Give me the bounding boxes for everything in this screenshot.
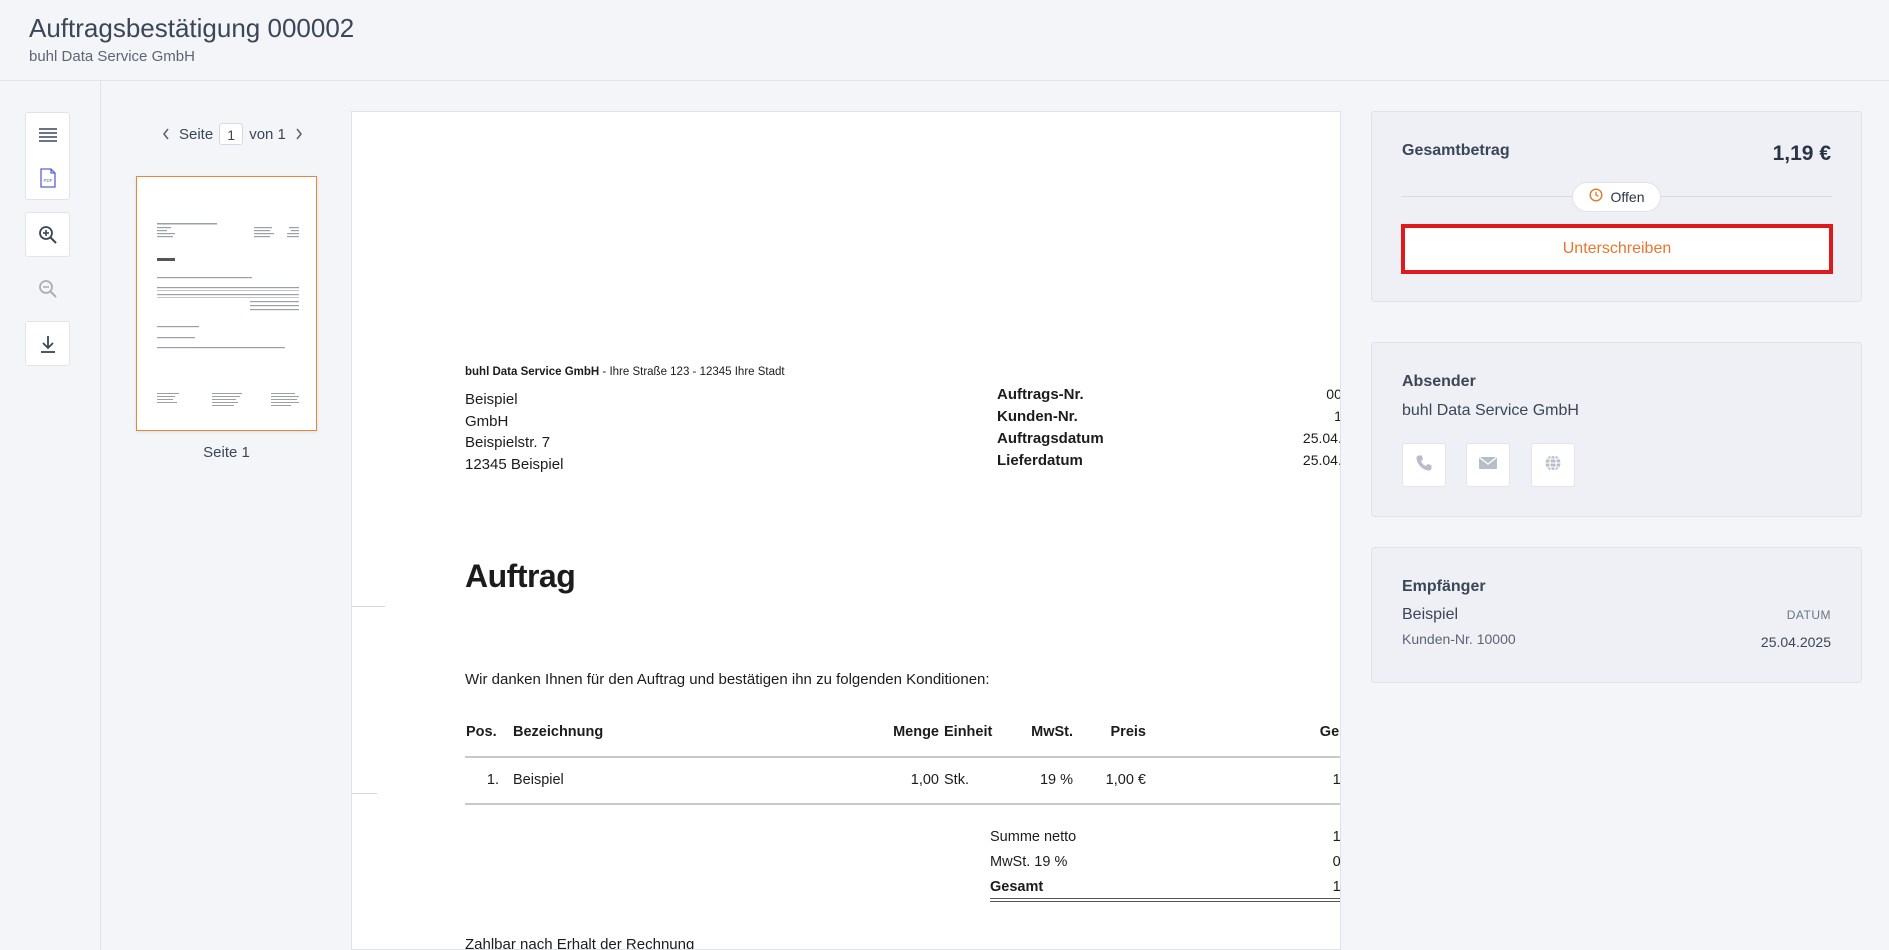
grand-total-value: 1,19 € (1332, 879, 1341, 895)
zoom-out-button[interactable] (26, 267, 69, 310)
previous-page-button[interactable] (157, 128, 175, 140)
document-page: buhl Data Service GmbH - Ihre Straße 123… (351, 111, 1341, 950)
thumbnail-panel: Seite 1 von 1 Seite 1 (101, 81, 351, 950)
sender-line-company: buhl Data Service GmbH (465, 366, 600, 378)
table-bottom-rule (465, 803, 1340, 805)
payment-note: Zahlbar nach Erhalt der Rechnung (465, 936, 695, 950)
cell-quantity: 1,00 (910, 772, 939, 788)
grand-total-double-rule (990, 898, 1340, 902)
sign-button[interactable]: Unterschreiben (1401, 224, 1833, 274)
meta-label: Auftrags-Nr. (997, 386, 1084, 403)
zoom-in-button-wrap (25, 212, 70, 257)
sender-name: buhl Data Service GmbH (1402, 402, 1579, 419)
fold-mark (352, 606, 385, 607)
totals-label: Summe netto (990, 829, 1077, 845)
phone-icon (1415, 454, 1433, 477)
page-header: Auftragsbestätigung 000002 buhl Data Ser… (0, 0, 1889, 81)
col-header-total: Gesamt (1319, 724, 1340, 740)
chevron-right-icon (296, 128, 302, 140)
outline-view-button[interactable] (26, 113, 69, 156)
meta-label: Lieferdatum (997, 452, 1083, 469)
recipient-line: Beispielstr. 7 (465, 434, 551, 451)
pdf-view-button[interactable]: PDF (26, 156, 69, 199)
cell-price: 1,00 € (1105, 772, 1146, 788)
intro-text: Wir danken Ihnen für den Auftrag und bes… (465, 671, 990, 688)
sender-address-line: buhl Data Service GmbH - Ihre Straße 123… (465, 366, 785, 378)
list-icon (38, 126, 58, 144)
grand-total-label: Gesamt (990, 879, 1044, 895)
totals-value: 0,19 € (1332, 854, 1341, 870)
meta-label: Auftragsdatum (997, 430, 1104, 447)
col-header-price: Preis (1110, 724, 1146, 740)
meta-value: 25.04.2025 (1302, 452, 1340, 468)
sender-phone-button[interactable] (1402, 443, 1446, 487)
col-header-description: Bezeichnung (513, 724, 604, 740)
recipient-label: Empfänger (1402, 578, 1486, 595)
view-mode-group: PDF (25, 112, 70, 200)
zoom-out-icon (38, 279, 58, 299)
col-header-quantity: Menge (893, 724, 939, 740)
current-page-input[interactable]: 1 (219, 123, 244, 145)
sign-button-label: Unterschreiben (1562, 240, 1672, 257)
email-icon (1478, 456, 1498, 475)
recipient-date-label: DATUM (1786, 608, 1831, 622)
page-title: Auftragsbestätigung 000002 (29, 13, 355, 43)
meta-value: 25.04.2025 (1302, 430, 1340, 446)
svg-text:PDF: PDF (43, 178, 52, 183)
sender-line-address: - Ihre Straße 123 - 12345 Ihre Stadt (599, 366, 785, 378)
total-label: Gesamtbetrag (1402, 142, 1510, 159)
recipient-card: Empfänger Beispiel Kunden-Nr. 10000 DATU… (1371, 547, 1862, 683)
zoom-out-button-wrap (25, 266, 70, 311)
download-button-wrap (25, 321, 70, 366)
col-header-pos: Pos. (466, 724, 497, 740)
meta-value: 10000 (1253, 408, 1340, 424)
table-header-rule (465, 756, 1340, 758)
recipient-customer-number: Kunden-Nr. 10000 (1402, 631, 1516, 647)
cell-pos: 1. (486, 772, 499, 788)
cell-description: Beispiel (513, 772, 564, 788)
download-icon (39, 334, 57, 354)
total-amount: 1,19 € (1772, 142, 1831, 165)
zoom-in-icon (38, 225, 58, 245)
clock-icon (1588, 187, 1603, 207)
recipient-date-value: 25.04.2025 (1760, 634, 1831, 650)
recipient-line: Beispiel (465, 391, 518, 408)
status-text: Offen (1610, 189, 1645, 205)
thumbnail-label: Seite 1 (203, 444, 250, 461)
chevron-left-icon (162, 128, 169, 140)
page-thumbnail-preview (157, 223, 299, 406)
sender-label: Absender (1402, 373, 1476, 390)
zoom-in-button[interactable] (26, 213, 69, 256)
punch-mark (352, 793, 377, 794)
totals-label: MwSt. 19 % (990, 854, 1068, 870)
globe-icon (1544, 454, 1562, 477)
meta-value: 000002 (1326, 386, 1340, 402)
meta-label: Kunden-Nr. (997, 408, 1078, 425)
cell-total: 1,00 € (1332, 772, 1341, 788)
pager-suffix: von 1 (249, 125, 286, 143)
cell-unit: Stk. (944, 772, 969, 788)
summary-card: Gesamtbetrag 1,19 € Offen Unterschreiben (1371, 111, 1862, 302)
document-heading: Auftrag (465, 558, 576, 594)
sender-email-button[interactable] (1466, 443, 1510, 487)
sender-website-button[interactable] (1531, 443, 1575, 487)
recipient-line: 12345 Beispiel (465, 456, 564, 473)
pdf-file-icon: PDF (39, 167, 56, 188)
viewer-toolbar: PDF (0, 81, 101, 950)
pager-prefix: Seite (179, 125, 214, 143)
status-badge: Offen (1572, 182, 1661, 212)
next-page-button[interactable] (290, 128, 308, 140)
page-thumbnail[interactable] (136, 176, 317, 431)
page-navigator: Seite 1 von 1 (157, 122, 308, 146)
recipient-name: Beispiel (1402, 606, 1459, 623)
recipient-line: GmbH (465, 413, 509, 430)
sender-card: Absender buhl Data Service GmbH (1371, 342, 1862, 517)
download-button[interactable] (26, 322, 69, 365)
totals-value: 1,00 € (1332, 829, 1341, 845)
page-subtitle: buhl Data Service GmbH (29, 48, 195, 65)
